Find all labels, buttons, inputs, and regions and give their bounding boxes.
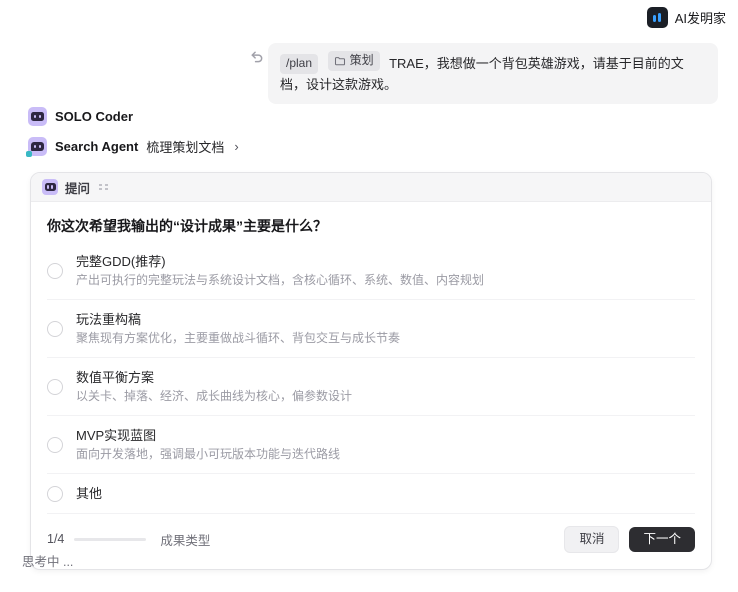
panel-handle-icon[interactable] (99, 182, 109, 192)
ai-inventor-logo-icon (647, 7, 668, 28)
ai-inventor-label: AI发明家 (675, 8, 726, 27)
robot-icon (28, 107, 47, 126)
option-label: 玩法重构稿 (76, 310, 400, 329)
agent-row-solo-coder: SOLO Coder (28, 107, 133, 126)
radio-button[interactable] (47, 486, 63, 502)
agent-name: Search Agent (55, 139, 138, 154)
option-label: MVP实现蓝图 (76, 426, 340, 445)
chat-search-icon (28, 137, 47, 156)
question-title: 你这次希望我输出的“设计成果”主要是什么？ (47, 213, 695, 242)
cancel-button[interactable]: 取消 (564, 526, 619, 553)
command-chip-label: /plan (286, 54, 312, 74)
option-full-gdd[interactable]: 完整GDD(推荐) 产出可执行的完整玩法与系统设计文档，含核心循环、系统、数值、… (47, 242, 695, 300)
question-card-footer: 1/4 成果类型 取消 下一个 (47, 514, 695, 555)
step-counter: 1/4 (47, 532, 64, 546)
context-chip[interactable]: 策划 (328, 51, 380, 71)
ai-inventor-badge[interactable]: AI发明家 (647, 7, 726, 28)
option-other[interactable]: 其他 (47, 474, 695, 514)
progress-bar (74, 538, 146, 541)
option-description: 以关卡、掉落、经济、成长曲线为核心，偏参数设计 (76, 388, 352, 405)
radio-button[interactable] (47, 263, 63, 279)
agent-name: SOLO Coder (55, 109, 133, 124)
question-card: 提问 你这次希望我输出的“设计成果”主要是什么？ 完整GDD(推荐) 产出可执行… (30, 172, 712, 570)
radio-button[interactable] (47, 437, 63, 453)
option-description: 产出可执行的完整玩法与系统设计文档，含核心循环、系统、数值、内容规划 (76, 272, 484, 289)
folder-icon (334, 55, 346, 67)
chevron-right-icon[interactable]: › (234, 139, 238, 154)
robot-icon (42, 179, 58, 195)
radio-button[interactable] (47, 321, 63, 337)
next-button[interactable]: 下一个 (629, 527, 695, 552)
thinking-status: 思考中 ... (22, 551, 73, 570)
option-label: 完整GDD(推荐) (76, 252, 484, 271)
option-numeric-balance[interactable]: 数值平衡方案 以关卡、掉落、经济、成长曲线为核心，偏参数设计 (47, 358, 695, 416)
radio-button[interactable] (47, 379, 63, 395)
option-gameplay-refactor[interactable]: 玩法重构稿 聚焦现有方案优化，主要重做战斗循环、背包交互与成长节奏 (47, 300, 695, 358)
option-description: 面向开发落地，强调最小可玩版本功能与迭代路线 (76, 446, 340, 463)
question-card-title: 提问 (65, 178, 90, 197)
option-mvp-blueprint[interactable]: MVP实现蓝图 面向开发落地，强调最小可玩版本功能与迭代路线 (47, 416, 695, 474)
step-label: 成果类型 (160, 530, 210, 549)
undo-icon[interactable] (249, 49, 264, 64)
question-card-header: 提问 (31, 173, 711, 202)
option-description: 聚焦现有方案优化，主要重做战斗循环、背包交互与成长节奏 (76, 330, 400, 347)
option-label: 其他 (76, 484, 102, 503)
command-chip[interactable]: /plan (280, 54, 318, 74)
option-label: 数值平衡方案 (76, 368, 352, 387)
question-card-body: 你这次希望我输出的“设计成果”主要是什么？ 完整GDD(推荐) 产出可执行的完整… (31, 202, 711, 569)
context-chip-label: 策划 (350, 51, 374, 71)
agent-row-search-agent[interactable]: Search Agent 梳理策划文档 › (28, 137, 239, 156)
chat-panel: AI发明家 /plan 策划 TRAE，我想做一个背包英雄游戏，请基于目前的文档… (0, 0, 738, 592)
agent-task-label: 梳理策划文档 (146, 137, 224, 156)
user-message-bubble: /plan 策划 TRAE，我想做一个背包英雄游戏，请基于目前的文档，设计这款游… (268, 43, 718, 104)
